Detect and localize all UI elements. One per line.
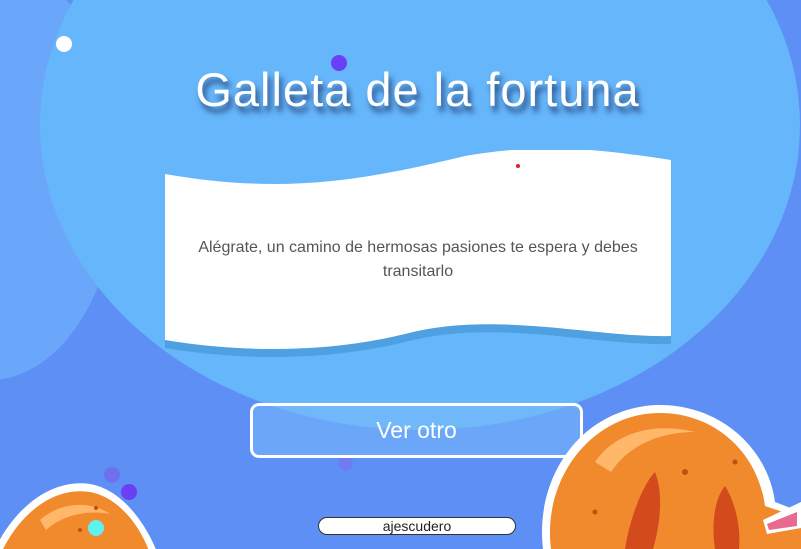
fortune-cookie-icon bbox=[541, 405, 801, 549]
page-background: Galleta de la fortuna Alégrate, un camin… bbox=[0, 0, 801, 549]
decor-dot-blue bbox=[338, 456, 353, 471]
page-title: Galleta de la fortuna bbox=[195, 63, 640, 116]
decor-dot-white bbox=[56, 36, 72, 52]
author-credit: ajescudero bbox=[318, 517, 516, 535]
fortune-paper: Alégrate, un camino de hermosas pasiones… bbox=[165, 150, 671, 370]
decor-dot-cyan bbox=[88, 520, 104, 536]
fortune-cookie-icon bbox=[0, 483, 156, 549]
fortune-message: Alégrate, un camino de hermosas pasiones… bbox=[198, 239, 638, 280]
ver-otro-button[interactable]: Ver otro bbox=[250, 403, 583, 458]
